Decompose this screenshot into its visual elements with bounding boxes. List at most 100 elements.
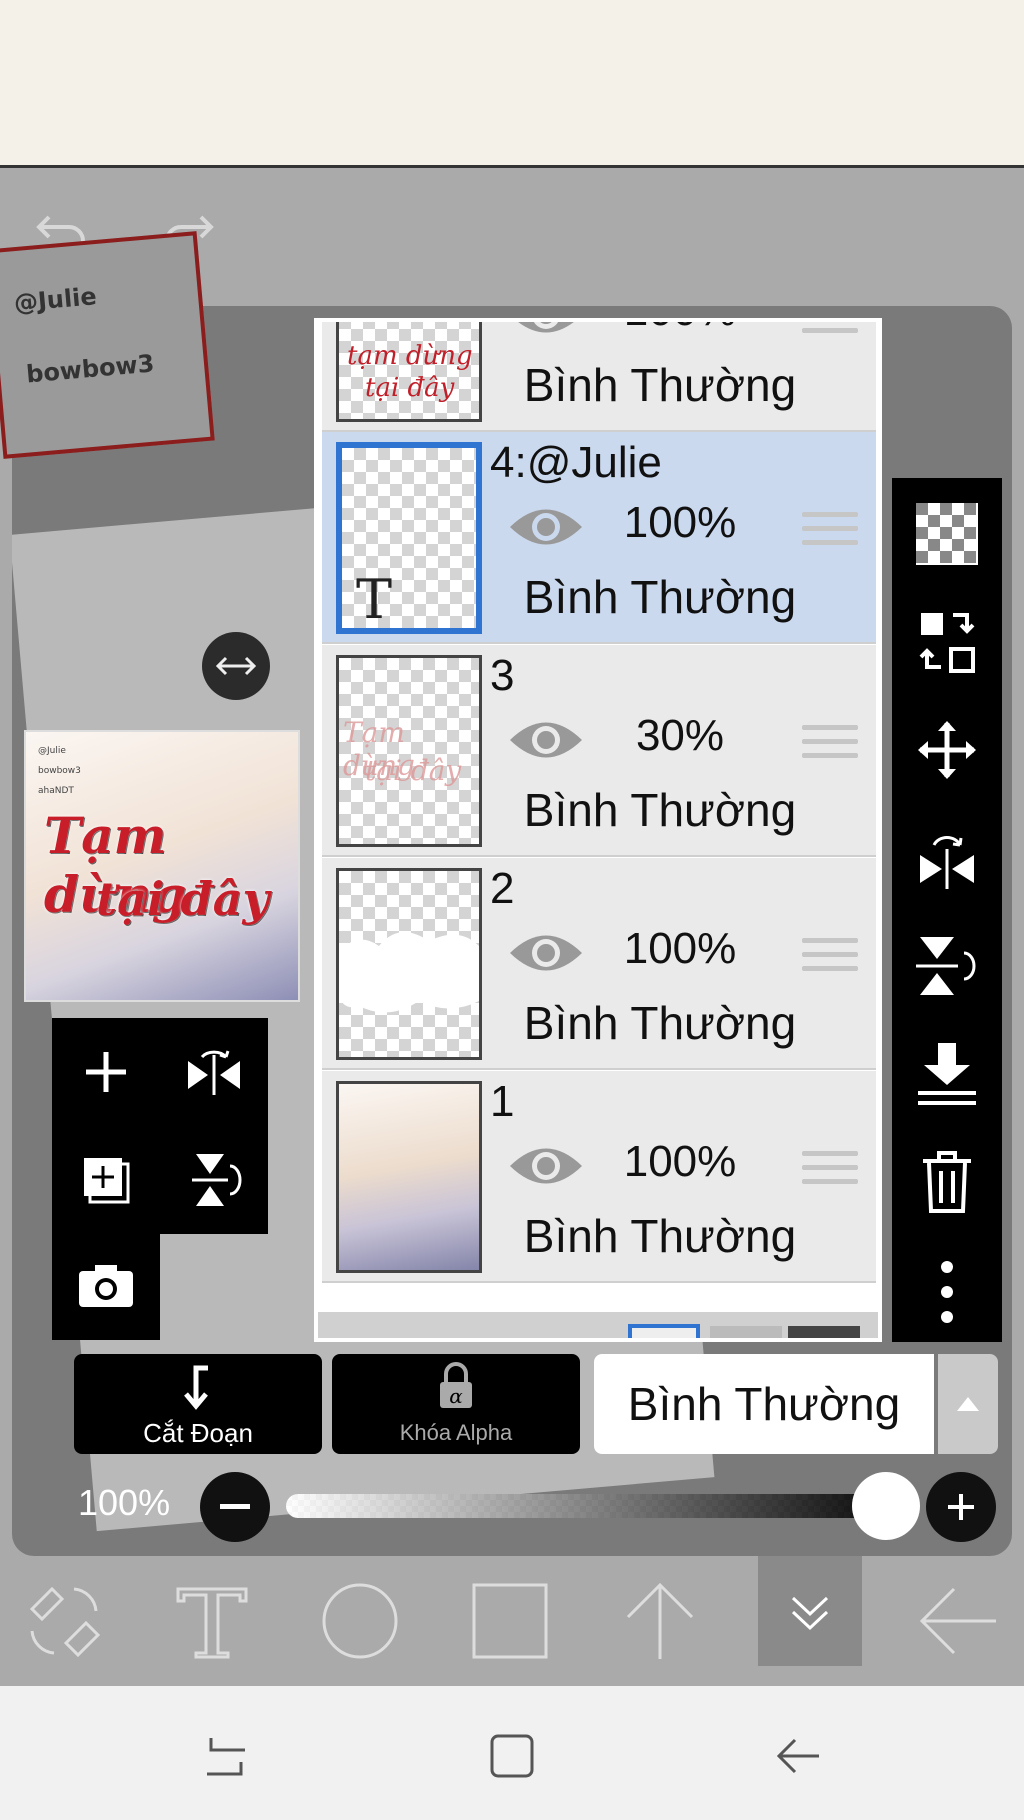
pen-eraser-tool[interactable] [12,1566,116,1676]
flip-vertical-button[interactable] [160,1126,268,1234]
rectangle-tool[interactable] [458,1566,562,1676]
layer-blend-mode: Bình Thường [523,359,797,411]
layer-blend-mode: Bình Thường [523,1210,797,1262]
selected-text-frame[interactable]: @Julie bowbow3 [0,231,215,459]
opacity-decrease-button[interactable] [200,1472,270,1542]
visibility-eye-icon[interactable] [508,928,584,978]
layer-name: 2 [490,864,515,913]
layer-opacity: 100% [623,924,737,973]
canvas-preview: @Julie bowbow3 ahaNDT Tạm dừng tại đây [24,730,300,1002]
visibility-eye-icon[interactable] [508,715,584,765]
square-icon [472,1583,548,1659]
thumb-text: tạm dừng [347,341,473,371]
flip-vertical-layer-button[interactable] [892,916,1002,1016]
layer-name: 3 [490,651,515,700]
preview-text-2: bowbow3 [38,766,81,776]
frame-text-line-1: @Julie [12,282,98,318]
blend-mode-dropdown-button[interactable] [938,1354,998,1454]
home-icon[interactable] [472,1716,552,1796]
camera-icon [79,1265,133,1307]
background-swatch-white[interactable] [628,1324,700,1338]
layer-tool-grid [52,1018,268,1234]
chevron-double-down-icon [791,1596,829,1631]
merge-down-button[interactable] [892,1024,1002,1124]
recent-apps-icon[interactable] [186,1716,266,1796]
layer-thumbnail: Tạm dừng tại đây [336,655,482,847]
blend-mode-select[interactable]: Bình Thường [594,1354,934,1454]
alpha-lock-button[interactable]: α Khóa Alpha [332,1354,580,1454]
background-swatch-dark[interactable] [788,1326,860,1338]
layer-blend-mode: Bình Thường [523,997,797,1049]
system-back-icon[interactable] [758,1716,838,1796]
drag-handle-icon[interactable] [802,322,858,340]
pen-eraser-icon [29,1586,101,1658]
visibility-eye-icon[interactable] [508,502,584,552]
svg-text:α: α [449,1384,463,1408]
swap-layer-button[interactable] [892,592,1002,692]
opacity-increase-button[interactable] [926,1472,996,1542]
transparency-button[interactable] [892,484,1002,584]
layer-row-5[interactable]: tạm dừng tại đây 100% Bình Thường [322,318,876,432]
thumb-text: tại đây [365,373,455,403]
triangle-up-icon [957,1397,979,1411]
clip-arrow-icon [184,1365,208,1410]
layer-thumbnail: tạm dừng tại đây [336,322,482,422]
opacity-slider-knob[interactable] [852,1472,920,1540]
flip-vertical-icon [192,1154,242,1206]
background-swatch-checker[interactable] [710,1326,782,1338]
layer-row-4[interactable]: T 4:@Julie 100% Bình Thường [322,432,876,644]
delete-layer-button[interactable] [892,1132,1002,1232]
drawing-toolbar [0,1556,1024,1686]
scroll-up-button[interactable] [608,1566,712,1676]
drag-handle-icon[interactable] [802,512,858,552]
flip-horizontal-button[interactable] [160,1018,268,1126]
layer-name: 1 [490,1077,515,1126]
more-vertical-icon [941,1261,953,1323]
layer-opacity: 100% [623,498,737,547]
double-arrow-icon [215,656,257,676]
resize-handle[interactable] [202,632,270,700]
visibility-eye-icon[interactable] [508,318,584,340]
frame-text-line-2: bowbow3 [25,349,156,389]
import-photo-button[interactable] [52,1232,160,1340]
clipping-button[interactable]: Cắt Đoạn [74,1354,322,1454]
layer-thumbnail [336,1081,482,1273]
layer-blend-mode: Bình Thường [523,784,797,836]
collapse-panel-button[interactable] [758,1556,862,1666]
duplicate-layer-button[interactable] [52,1126,160,1234]
visibility-eye-icon[interactable] [508,1141,584,1191]
lock-icon: α [440,1362,472,1408]
checkerboard-icon [916,503,978,565]
back-button[interactable] [906,1566,1010,1676]
top-blank-area [0,0,1024,168]
drag-handle-icon[interactable] [802,725,858,765]
layer-row-2[interactable]: 2 100% Bình Thường [322,858,876,1070]
layer-row-3[interactable]: Tạm dừng tại đây 3 30% Bình Thường [322,645,876,857]
copy-layer-icon [84,1158,130,1204]
alpha-lock-label: Khóa Alpha [399,1420,513,1445]
text-tool[interactable] [160,1566,264,1676]
layer-row-1[interactable]: 1 100% Bình Thường [322,1071,876,1283]
ellipse-tool[interactable] [308,1566,412,1676]
move-arrows-icon [918,721,976,779]
drag-handle-icon[interactable] [802,938,858,978]
text-icon [176,1587,248,1659]
arrow-left-icon [919,1587,996,1655]
add-layer-button[interactable] [52,1018,160,1126]
camera-tool [52,1232,160,1340]
flip-horizontal-layer-button[interactable] [892,808,1002,908]
more-options-button[interactable] [892,1242,1002,1342]
layer-opacity: 100% [623,1137,737,1186]
layer-opacity: 100% [590,322,770,336]
drag-handle-icon[interactable] [802,1151,858,1191]
layers-panel: tạm dừng tại đây 100% Bình Thường T 4:@J… [314,318,882,1342]
preview-text-1: @Julie [38,746,66,756]
layer-thumbnail [336,868,482,1060]
system-navigation-bar [0,1686,1024,1820]
move-button[interactable] [892,700,1002,800]
layer-opacity: 30% [635,711,725,760]
clipping-label: Cắt Đoạn [143,1418,253,1448]
layers-footer [318,1312,878,1338]
opacity-slider[interactable] [286,1494,886,1518]
plus-icon [948,1494,974,1520]
